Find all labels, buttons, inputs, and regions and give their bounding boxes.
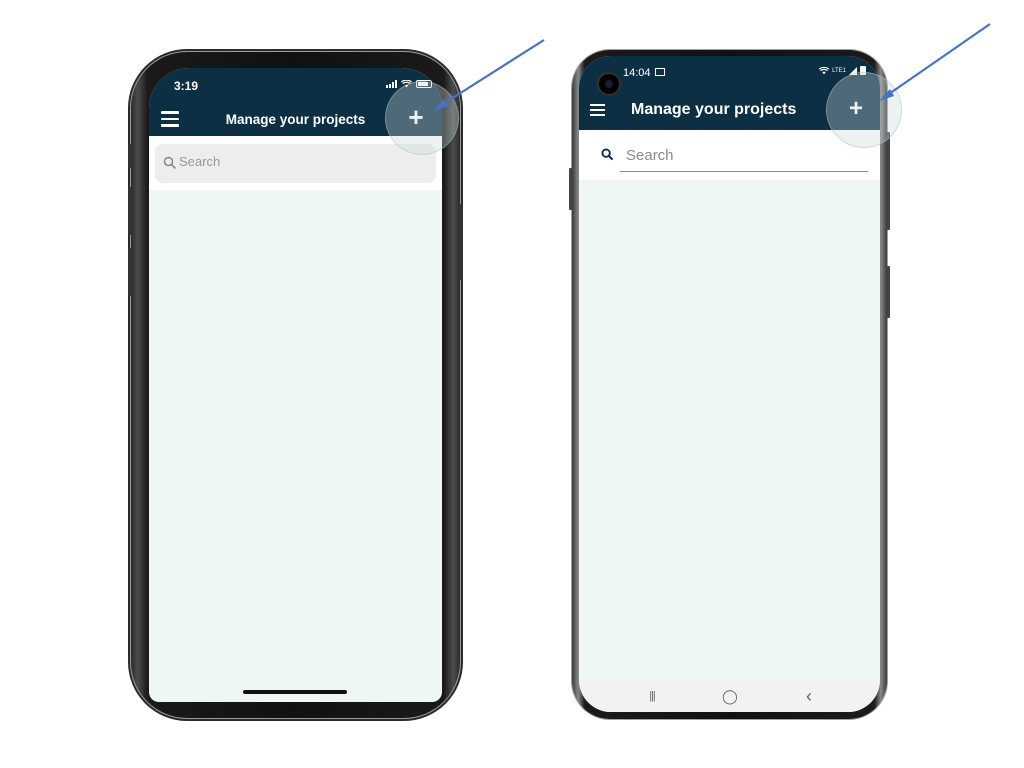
search-input[interactable] (626, 147, 826, 164)
android-search-bar (579, 130, 880, 180)
ios-status-time: 3:19 (174, 79, 199, 93)
search-underline (620, 171, 868, 172)
search-icon (163, 156, 177, 170)
iphone-silent-switch (128, 144, 132, 168)
image-icon (655, 68, 665, 76)
android-status-time: 14:04 (623, 67, 651, 79)
android-power-button (887, 266, 890, 318)
search-icon (601, 148, 614, 161)
iphone-volume-up-button (128, 187, 132, 235)
android-device-frame: 14:04 LTE1 Manage your projects + ||| ◯ … (569, 50, 890, 719)
project-list (149, 190, 442, 702)
ios-search-field-container[interactable] (155, 144, 436, 183)
network-label: LTE1 (832, 67, 846, 74)
iphone-volume-down-button (128, 248, 132, 296)
android-bixby-button (569, 168, 572, 210)
search-input[interactable] (179, 154, 379, 169)
add-button-highlight-android (826, 72, 902, 148)
wifi-icon (819, 66, 830, 74)
android-volume-button (887, 132, 890, 230)
iphone-power-button (459, 204, 463, 280)
project-list (579, 180, 880, 682)
camera-icon (597, 72, 621, 96)
android-screen: 14:04 LTE1 Manage your projects + ||| ◯ … (579, 56, 880, 712)
home-button[interactable]: ◯ (720, 688, 740, 704)
menu-icon[interactable] (590, 104, 605, 116)
home-indicator[interactable] (243, 690, 347, 694)
recents-button[interactable]: ||| (642, 688, 662, 704)
signal-icon (386, 80, 397, 88)
page-title: Manage your projects (631, 101, 797, 118)
back-button[interactable]: ‹ (799, 687, 819, 705)
add-button-highlight-ios (385, 81, 459, 155)
ios-screen: 3:19 Manage your projects + (149, 68, 442, 702)
android-navigation-bar: ||| ◯ ‹ (579, 682, 880, 712)
